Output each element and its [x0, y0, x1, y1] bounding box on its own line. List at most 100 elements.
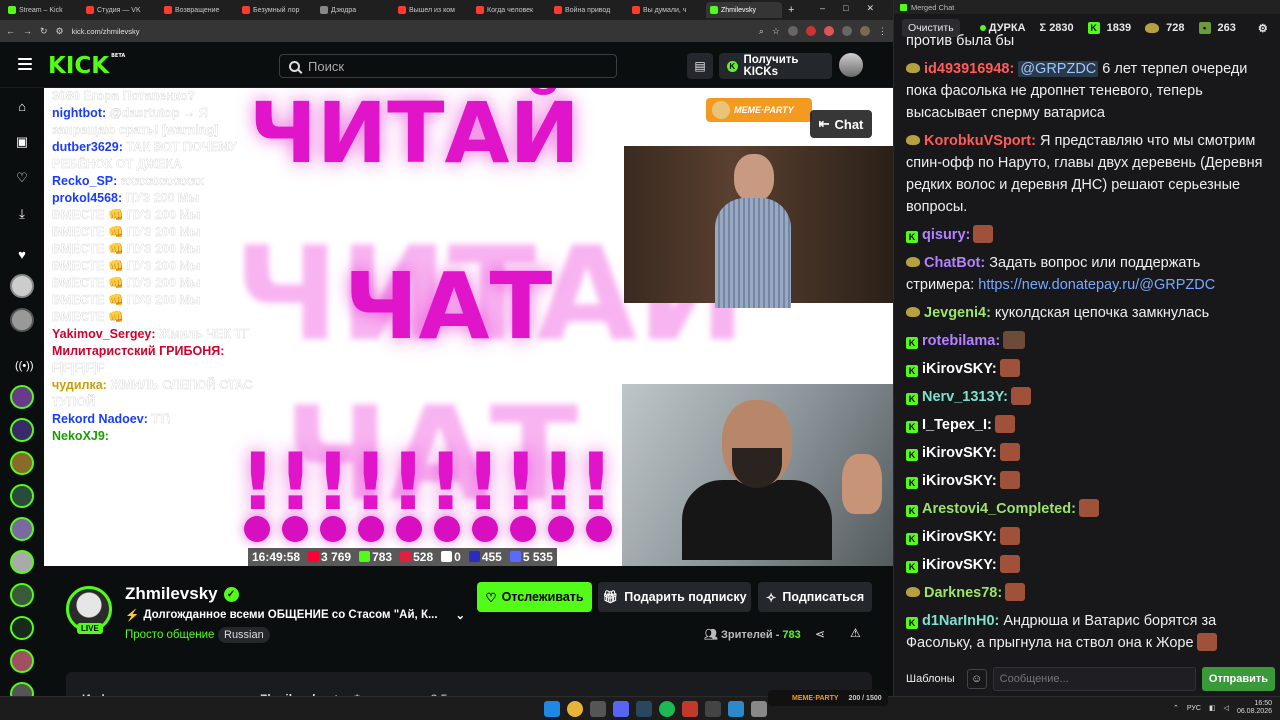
- bookmark-icon[interactable]: ☆: [772, 26, 780, 37]
- clock[interactable]: 16:50 06.08.2026: [1237, 700, 1272, 716]
- browser-tab[interactable]: Возвращение: [160, 2, 236, 18]
- browser-tab[interactable]: Когда человек: [472, 2, 548, 18]
- chat-username[interactable]: Arestovi4_Completed:: [922, 501, 1076, 517]
- live-channel-avatar[interactable]: [10, 616, 34, 640]
- chat-username[interactable]: KorobkuVSport:: [924, 133, 1036, 149]
- chat-username[interactable]: qisury:: [922, 227, 970, 243]
- live-channel-avatar[interactable]: [10, 517, 34, 541]
- following-icon[interactable]: ♡: [15, 171, 29, 185]
- store-icon[interactable]: ▤: [687, 53, 713, 79]
- tray-chevron-icon[interactable]: ⌃: [1173, 704, 1179, 712]
- message-input[interactable]: [992, 667, 1196, 691]
- follow-button[interactable]: ♡ Отслеживать: [477, 582, 592, 612]
- meme-party-widget[interactable]: MEME·PARTY 200 / 1500: [768, 690, 888, 706]
- chat-username[interactable]: iKirovSKY:: [922, 529, 997, 545]
- kick-logo[interactable]: KICK BETA: [48, 53, 125, 79]
- reload-icon[interactable]: ↻: [40, 26, 48, 37]
- share-icon[interactable]: ⋖: [815, 627, 825, 641]
- viewer-count: 👥︎ Зрителей - 783: [704, 629, 801, 641]
- start-icon[interactable]: [544, 701, 560, 717]
- chat-link[interactable]: https://new.donatepay.ru/@GRPZDC: [978, 277, 1215, 293]
- report-icon[interactable]: ⚠: [850, 626, 861, 640]
- chevron-down-icon[interactable]: ⌄: [456, 608, 466, 622]
- live-channel-avatar[interactable]: [10, 550, 34, 574]
- menu-icon[interactable]: ⋮: [878, 26, 887, 37]
- user-avatar[interactable]: [839, 53, 863, 77]
- zoom-icon[interactable]: ⌕: [759, 26, 764, 37]
- search-input[interactable]: Поиск: [279, 54, 617, 78]
- discord-icon[interactable]: [613, 701, 629, 717]
- category-link[interactable]: Просто общение: [125, 629, 214, 641]
- app-icon[interactable]: [751, 701, 767, 717]
- live-channel-avatar[interactable]: [10, 418, 34, 442]
- platform-icon: [906, 135, 920, 145]
- app-icon[interactable]: [590, 701, 606, 717]
- templates-button[interactable]: Шаблоны: [900, 673, 961, 685]
- close-button[interactable]: ✕: [866, 3, 874, 14]
- send-button[interactable]: Отправить: [1201, 667, 1275, 691]
- back-icon[interactable]: ←: [6, 26, 15, 36]
- heart-icon[interactable]: ♥: [15, 248, 29, 262]
- gift-subscription-button[interactable]: 🎁︎ Подарить подписку: [598, 582, 751, 612]
- steam-icon[interactable]: [636, 701, 652, 717]
- extension-icon[interactable]: [788, 26, 798, 36]
- menu-icon[interactable]: [18, 58, 32, 70]
- extension-icon[interactable]: [824, 26, 834, 36]
- language-indicator[interactable]: РУС: [1187, 705, 1201, 712]
- emoji-icon[interactable]: ☺: [966, 669, 987, 689]
- extension-icon[interactable]: [842, 26, 852, 36]
- home-icon[interactable]: ⌂: [15, 100, 29, 114]
- chat-username[interactable]: ChatBot:: [924, 255, 985, 271]
- live-channel-avatar[interactable]: [10, 484, 34, 508]
- chat-username[interactable]: iKirovSKY:: [922, 445, 997, 461]
- followed-channel-avatar[interactable]: [10, 308, 34, 332]
- browser-tab[interactable]: Stream – Kick: [4, 2, 80, 18]
- live-channel-avatar[interactable]: [10, 451, 34, 475]
- site-info-icon[interactable]: ⚙: [56, 26, 64, 37]
- chat-username[interactable]: Jevgeni4:: [924, 305, 991, 321]
- browser-tab[interactable]: Вышел из ком: [394, 2, 470, 18]
- browse-icon[interactable]: ▣: [15, 135, 29, 149]
- network-icon[interactable]: ◧: [1209, 704, 1216, 712]
- app-icon[interactable]: [728, 701, 744, 717]
- channel-name[interactable]: Zhmilevsky ✓: [125, 584, 239, 604]
- chrome-icon[interactable]: [567, 701, 583, 717]
- extension-icon[interactable]: [806, 26, 816, 36]
- chat-username[interactable]: iKirovSKY:: [922, 361, 997, 377]
- chat-username[interactable]: Darknes78:: [924, 585, 1002, 601]
- followed-channel-avatar[interactable]: [10, 274, 34, 298]
- browser-tab[interactable]: Безумный лор: [238, 2, 314, 18]
- chat-mention[interactable]: @GRPZDC: [1018, 61, 1099, 77]
- chat-toggle-button[interactable]: ⇤ Chat: [810, 110, 872, 138]
- minimize-button[interactable]: –: [820, 3, 825, 14]
- maximize-button[interactable]: □: [843, 3, 848, 14]
- live-channel-avatar[interactable]: [10, 385, 34, 409]
- live-channel-avatar[interactable]: [10, 583, 34, 607]
- forward-icon[interactable]: →: [23, 26, 32, 36]
- browser-tab[interactable]: Студия — VK: [82, 2, 158, 18]
- new-tab-button[interactable]: +: [788, 4, 794, 16]
- chat-username[interactable]: id493916948:: [924, 61, 1014, 77]
- browser-tab[interactable]: Война привод: [550, 2, 626, 18]
- download-icon[interactable]: ⤓: [15, 207, 29, 221]
- chat-username[interactable]: Nerv_1313Y:: [922, 389, 1008, 405]
- live-channel-avatar[interactable]: [10, 649, 34, 673]
- chat-username[interactable]: iKirovSKY:: [922, 473, 997, 489]
- chat-username[interactable]: I_Tepex_I:: [922, 417, 992, 433]
- get-kicks-button[interactable]: K Получить KICKs: [719, 53, 832, 79]
- profile-icon[interactable]: [860, 26, 870, 36]
- chat-username[interactable]: rotebilama:: [922, 333, 1000, 349]
- subscribe-button[interactable]: ✧ Подписаться: [758, 582, 872, 612]
- language-tag[interactable]: Russian: [218, 627, 270, 643]
- browser-tab[interactable]: Дзюдра: [316, 2, 392, 18]
- url-field[interactable]: kick.com/zhmilevsky: [72, 27, 751, 36]
- app-icon[interactable]: [682, 701, 698, 717]
- chat-username[interactable]: d1NarInH0:: [922, 613, 999, 629]
- volume-icon[interactable]: ◁: [1224, 704, 1229, 712]
- app-icon[interactable]: [705, 701, 721, 717]
- chat-username[interactable]: iKirovSKY:: [922, 557, 997, 573]
- spotify-icon[interactable]: [659, 701, 675, 717]
- browser-tab[interactable]: Вы думали, ч: [628, 2, 704, 18]
- video-player[interactable]: ЧИТАЙ ЧАТ ЧИТАЙ ЧАТ !!!!!!!!!! 3080 Егор…: [44, 88, 893, 566]
- browser-tab[interactable]: Zhmilevsky: [706, 2, 782, 18]
